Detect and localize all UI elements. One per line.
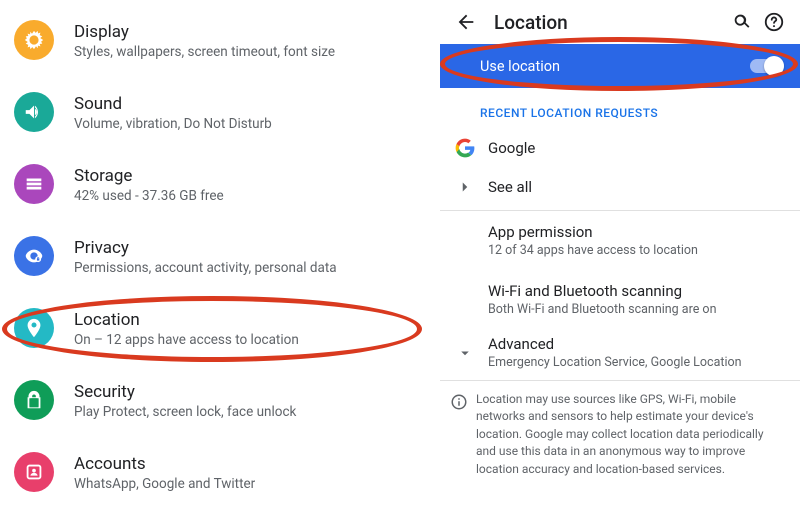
row-subtitle: Emergency Location Service, Google Locat… [488, 355, 784, 370]
row-subtitle: Both Wi-Fi and Bluetooth scanning are on [488, 302, 784, 317]
privacy-icon [14, 236, 54, 276]
settings-item-sound[interactable]: Sound Volume, vibration, Do Not Disturb [0, 76, 440, 148]
settings-item-title: Display [74, 22, 335, 42]
settings-item-display[interactable]: Display Styles, wallpapers, screen timeo… [0, 4, 440, 76]
use-location-label: Use location [480, 58, 560, 75]
settings-item-subtitle: Styles, wallpapers, screen timeout, font… [74, 44, 335, 60]
settings-item-title: Accounts [74, 454, 255, 474]
info-icon [450, 391, 468, 478]
list-item-label: See all [488, 178, 784, 196]
settings-item-privacy[interactable]: Privacy Permissions, account activity, p… [0, 220, 440, 292]
storage-icon [14, 164, 54, 204]
settings-item-subtitle: Volume, vibration, Do Not Disturb [74, 116, 272, 132]
row-title: Advanced [488, 335, 784, 353]
settings-item-title: Privacy [74, 238, 337, 258]
sound-icon [14, 92, 54, 132]
list-item-label: Google [488, 139, 784, 157]
location-icon [14, 308, 54, 348]
row-subtitle: 12 of 34 apps have access to location [488, 243, 784, 258]
app-permission-row[interactable]: App permission 12 of 34 apps have access… [440, 211, 800, 270]
accounts-icon [14, 452, 54, 492]
recent-item-see-all[interactable]: See all [440, 168, 800, 206]
info-text: Location may use sources like GPS, Wi-Fi… [468, 391, 786, 478]
settings-item-location[interactable]: Location On – 12 apps have access to loc… [0, 292, 440, 364]
chevron-down-icon [450, 344, 480, 362]
recent-item-google[interactable]: Google [440, 128, 800, 168]
location-detail-pane: Location Use location RECENT LOCATION RE… [440, 0, 800, 524]
chevron-right-icon [450, 178, 480, 196]
settings-item-title: Security [74, 382, 296, 402]
google-icon [450, 138, 480, 158]
settings-item-subtitle: 42% used - 37.36 GB free [74, 188, 224, 204]
settings-item-subtitle: WhatsApp, Google and Twitter [74, 476, 255, 492]
settings-item-security[interactable]: Security Play Protect, screen lock, face… [0, 364, 440, 436]
settings-item-subtitle: Play Protect, screen lock, face unlock [74, 404, 296, 420]
use-location-switch[interactable] [750, 56, 784, 76]
settings-list: Display Styles, wallpapers, screen timeo… [0, 0, 440, 524]
settings-item-storage[interactable]: Storage 42% used - 37.36 GB free [0, 148, 440, 220]
settings-item-accounts[interactable]: Accounts WhatsApp, Google and Twitter [0, 436, 440, 508]
settings-item-subtitle: Permissions, account activity, personal … [74, 260, 337, 276]
detail-header: Location [440, 0, 800, 44]
search-button[interactable] [726, 11, 758, 33]
help-button[interactable] [758, 11, 790, 33]
settings-item-title: Location [74, 310, 299, 330]
settings-item-title: Storage [74, 166, 224, 186]
back-button[interactable] [450, 11, 482, 33]
row-title: App permission [488, 223, 784, 241]
display-icon [14, 20, 54, 60]
use-location-toggle-row[interactable]: Use location [440, 44, 800, 88]
settings-item-title: Sound [74, 94, 272, 114]
page-title: Location [494, 11, 726, 34]
recent-requests-header: RECENT LOCATION REQUESTS [440, 88, 800, 128]
location-info-note: Location may use sources like GPS, Wi-Fi… [440, 381, 800, 488]
wifi-bt-scanning-row[interactable]: Wi-Fi and Bluetooth scanning Both Wi-Fi … [440, 270, 800, 329]
settings-item-subtitle: On – 12 apps have access to location [74, 332, 299, 348]
row-title: Wi-Fi and Bluetooth scanning [488, 282, 784, 300]
security-icon [14, 380, 54, 420]
advanced-row[interactable]: Advanced Emergency Location Service, Goo… [440, 329, 800, 376]
